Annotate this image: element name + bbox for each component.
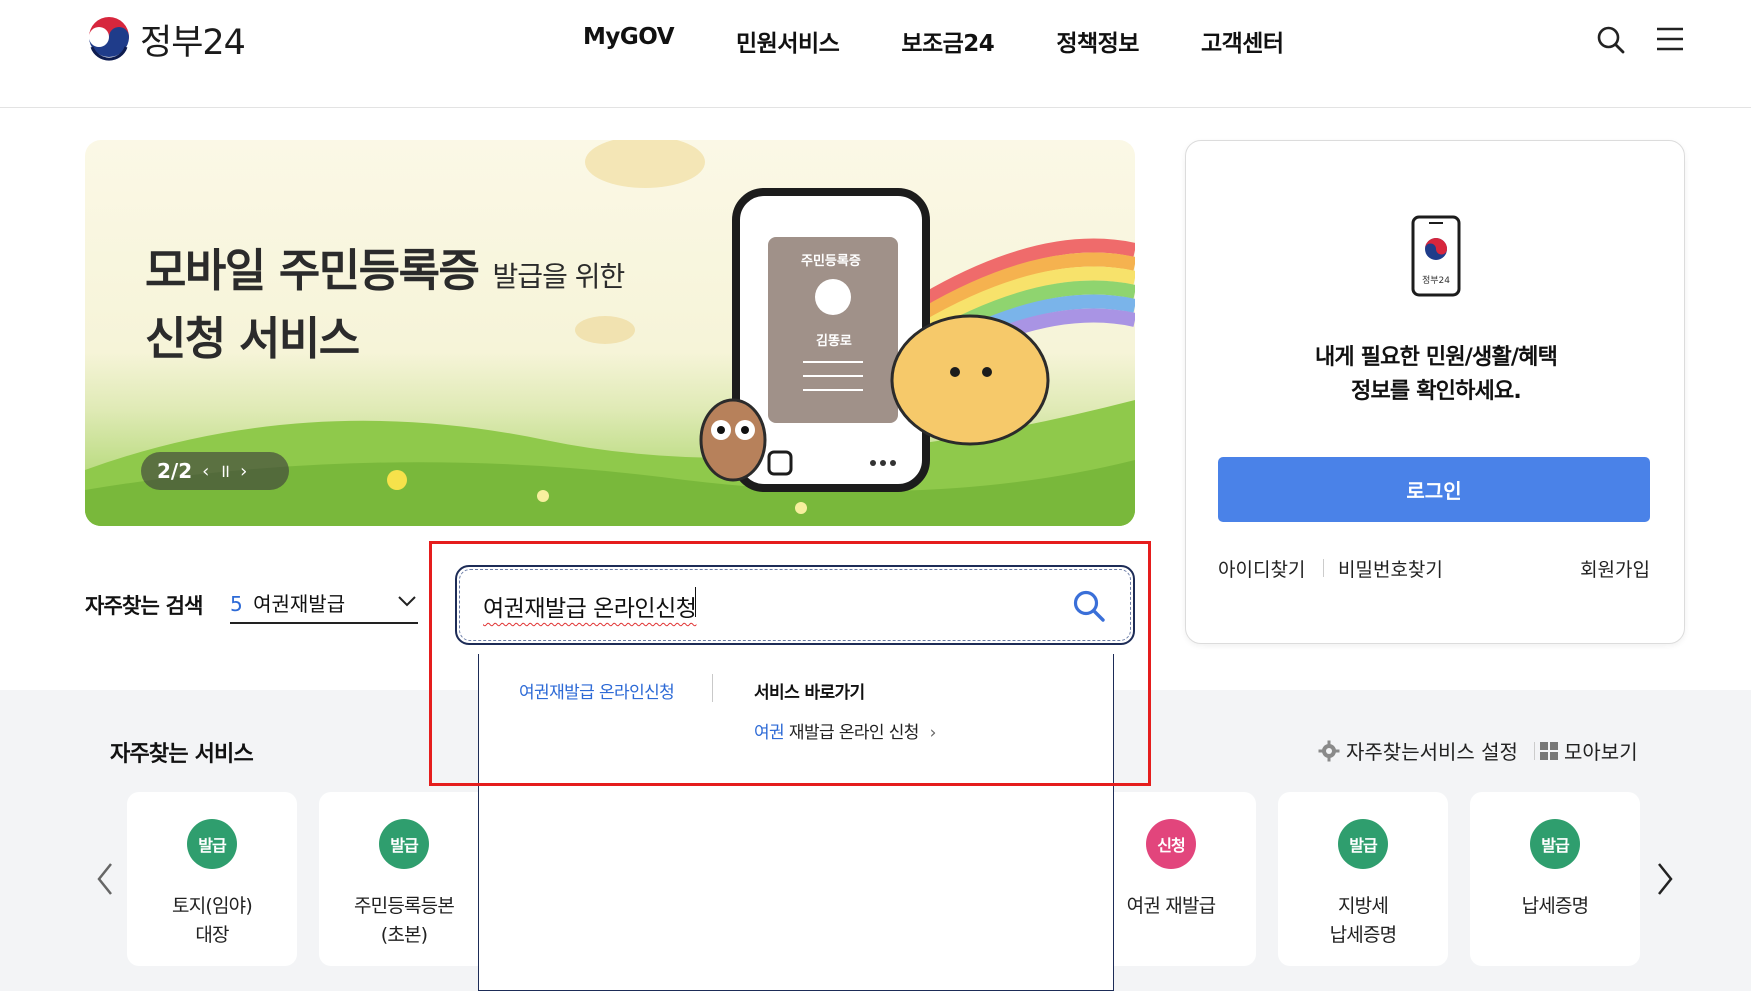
next-slide-icon[interactable]: ›: [240, 461, 247, 482]
banner-title-line2: 신청 서비스: [145, 312, 360, 365]
carousel-prev-icon[interactable]: [96, 862, 114, 896]
pause-icon[interactable]: ॥: [219, 459, 230, 483]
phone-icon-label: 정부24: [1421, 276, 1450, 286]
prev-slide-icon[interactable]: ‹: [202, 461, 209, 482]
service-card-land-register[interactable]: 발급 토지(임야) 대장: [127, 792, 297, 966]
hamburger-menu-icon[interactable]: [1656, 25, 1684, 53]
service-name-line2: 납세증명: [1329, 924, 1398, 946]
search-input[interactable]: 여권재발급 온라인신청: [483, 589, 697, 623]
header-search-icon[interactable]: [1596, 25, 1626, 55]
shortcut-link-rest: 재발급 온라인 신청: [784, 723, 920, 743]
search-suggestions-dropdown: 여권재발급 온라인신청 서비스 바로가기 여권 재발급 온라인 신청 ›: [478, 654, 1114, 991]
shortcut-link-highlight: 여권: [754, 723, 785, 743]
frequent-search-select[interactable]: 5 여권재발급: [230, 588, 418, 624]
site-logo[interactable]: 정부24: [86, 14, 246, 65]
service-badge: 발급: [379, 819, 429, 869]
slide-indicator: 2/2: [157, 459, 193, 483]
link-divider: [1323, 559, 1324, 577]
service-name: 납세증명: [1470, 892, 1640, 921]
divider: [1533, 741, 1535, 760]
shortcut-link[interactable]: 여권 재발급 온라인 신청 ›: [754, 718, 936, 743]
service-badge: 발급: [1530, 819, 1580, 869]
main-nav: MyGOV 민원서비스 보조금24 정책정보 고객센터: [583, 24, 1346, 58]
service-name-line2: 대장: [195, 924, 229, 946]
find-password-link[interactable]: 비밀번호찾기: [1338, 555, 1443, 582]
taegeuk-logo-icon: [87, 16, 131, 62]
service-card-resident-register[interactable]: 발급 주민등록등본 (초본): [319, 792, 489, 966]
banner-title-small: 발급을 위한: [492, 260, 626, 293]
service-name: 토지(임야) 대장: [127, 892, 297, 950]
service-card-tax-certificate[interactable]: 발급 납세증명: [1470, 792, 1640, 966]
nav-mygov[interactable]: MyGOV: [583, 24, 675, 58]
banner-card-name: 김똥로: [816, 334, 852, 349]
search-submit-icon[interactable]: [1072, 589, 1106, 623]
chevron-right-icon: ›: [929, 723, 937, 743]
slide-controls: 2/2 ‹ ॥ ›: [141, 452, 289, 490]
login-message-line1: 내게 필요한 민원/생활/혜택: [1314, 345, 1558, 370]
gear-icon: [1318, 740, 1340, 761]
text-caret: [695, 587, 696, 617]
service-badge: 발급: [187, 819, 237, 869]
service-name-line1: 주민등록등본: [353, 895, 455, 917]
promo-banner[interactable]: 주민등록증 김똥로 모바일 주민등록증 발급을 위한 신청 서비스 2/2 ‹ …: [85, 140, 1135, 526]
settings-label: 자주찾는서비스 설정: [1346, 740, 1518, 764]
grid-icon: [1540, 741, 1558, 760]
service-badge: 신청: [1146, 819, 1196, 869]
nav-policy-info[interactable]: 정책정보: [1056, 24, 1139, 58]
service-name-line1: 지방세: [1337, 895, 1389, 917]
carousel-next-icon[interactable]: [1656, 862, 1674, 896]
view-all-services[interactable]: 모아보기: [1540, 736, 1638, 765]
site-header: 정부24 MyGOV 민원서비스 보조금24 정책정보 고객센터: [0, 0, 1751, 108]
service-badge: 발급: [1338, 819, 1388, 869]
service-name-line1: 납세증명: [1521, 895, 1590, 917]
dropdown-divider: [712, 674, 713, 702]
login-message-line2: 정보를 확인하세요.: [1351, 379, 1522, 404]
service-card-local-tax-certificate[interactable]: 발급 지방세 납세증명: [1278, 792, 1448, 966]
frequent-search-value: 여권재발급: [253, 592, 346, 616]
banner-title-line1: 모바일 주민등록증: [145, 244, 480, 297]
shortcut-heading: 서비스 바로가기: [754, 683, 865, 703]
frequent-services-settings[interactable]: 자주찾는서비스 설정: [1318, 736, 1535, 765]
frequent-search-label: 자주찾는 검색: [85, 594, 203, 618]
view-all-label: 모아보기: [1564, 740, 1638, 764]
find-id-link[interactable]: 아이디찾기: [1218, 555, 1305, 582]
suggestion-item[interactable]: 여권재발급 온라인신청: [519, 678, 675, 703]
signup-link[interactable]: 회원가입: [1580, 555, 1650, 582]
service-name-line2: (초본): [380, 924, 428, 946]
frequent-services-title: 자주찾는 서비스: [110, 742, 254, 767]
service-name: 주민등록등본 (초본): [319, 892, 489, 950]
banner-card-label: 주민등록증: [801, 254, 861, 269]
search-field[interactable]: 여권재발급 온라인신청: [455, 565, 1135, 645]
nav-subsidy24[interactable]: 보조금24: [901, 24, 995, 58]
service-name-line1: 여권 재발급: [1126, 895, 1216, 917]
nav-civil-service[interactable]: 민원서비스: [736, 24, 840, 58]
frequent-search-rank: 5: [230, 592, 243, 616]
login-message: 내게 필요한 민원/생활/혜택 정보를 확인하세요.: [1186, 341, 1686, 409]
service-name-line1: 토지(임야): [172, 895, 253, 917]
login-button[interactable]: 로그인: [1218, 457, 1650, 522]
banner-title: 모바일 주민등록증 발급을 위한 신청 서비스: [145, 240, 626, 370]
service-name: 지방세 납세증명: [1278, 892, 1448, 950]
login-panel: 정부24 내게 필요한 민원/생활/혜택 정보를 확인하세요. 로그인 아이디찾…: [1185, 140, 1685, 644]
page-root: 정부24 MyGOV 민원서비스 보조금24 정책정보 고객센터 주민등록증 김…: [0, 0, 1751, 991]
nav-customer-center[interactable]: 고객센터: [1201, 24, 1284, 58]
logo-text: 정부24: [140, 23, 246, 63]
chevron-down-icon: [398, 596, 416, 607]
